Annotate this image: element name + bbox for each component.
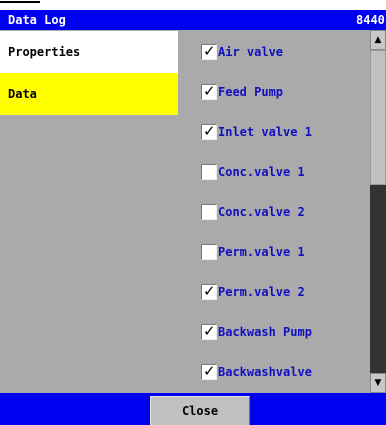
checkbox-label: Backwash Pump: [218, 325, 312, 339]
close-button[interactable]: Close: [150, 396, 250, 425]
checkbox-label: Air valve: [218, 45, 284, 59]
nav-item-label: Properties: [8, 45, 81, 59]
checkbox-label: Backwashvalve: [218, 365, 312, 379]
checkbox[interactable]: ✓: [201, 42, 217, 60]
top-mark: [0, 1, 40, 3]
nav-item-properties[interactable]: Properties: [0, 31, 178, 73]
arrow-up-icon[interactable]: ▲: [370, 30, 386, 50]
checkbox[interactable]: [201, 164, 217, 180]
checkbox[interactable]: [201, 204, 217, 220]
checkbox-label: Perm.valve 2: [218, 285, 305, 299]
scroll-thumb[interactable]: [370, 50, 386, 185]
check-icon: ✓: [203, 82, 216, 100]
checkbox[interactable]: ✓: [201, 322, 217, 340]
check-icon: ✓: [203, 362, 216, 380]
top-strip: [0, 0, 386, 10]
footer-bar: Close: [0, 393, 386, 425]
checklist-item[interactable]: ✓ Inlet valve 1: [186, 115, 370, 155]
checkbox-label: Conc.valve 1: [218, 165, 305, 179]
check-icon: ✓: [203, 322, 216, 340]
window-code: 8440: [356, 13, 385, 27]
nav-panel: Properties Data: [0, 30, 186, 393]
checklist-item[interactable]: Conc.valve 1: [186, 155, 370, 195]
checkbox-label: Inlet valve 1: [218, 125, 312, 139]
checklist-item[interactable]: ✓ Air valve: [186, 35, 370, 75]
vertical-scrollbar[interactable]: ▲ ▼: [370, 30, 386, 393]
checkbox-label: Conc.valve 2: [218, 205, 305, 219]
checklist-item[interactable]: Conc.valve 2: [186, 195, 370, 235]
title-bar: Data Log 8440: [0, 10, 386, 30]
checkbox[interactable]: [201, 244, 217, 260]
checkbox[interactable]: ✓: [201, 122, 217, 140]
checklist-panel: ✓ Air valve ✓ Feed Pump ✓ Inlet valve 1 …: [186, 30, 370, 393]
checkbox-label: Perm.valve 1: [218, 245, 305, 259]
nav-item-data[interactable]: Data: [0, 73, 178, 115]
checkbox-label: Feed Pump: [218, 85, 284, 99]
check-icon: ✓: [203, 122, 216, 140]
checkbox[interactable]: ✓: [201, 82, 217, 100]
checklist-item[interactable]: Perm.valve 1: [186, 235, 370, 275]
checkbox[interactable]: ✓: [201, 362, 217, 380]
check-icon: ✓: [203, 42, 216, 60]
window-title: Data Log: [8, 13, 66, 27]
checklist-item[interactable]: ✓ Perm.valve 2: [186, 275, 370, 315]
checkbox[interactable]: ✓: [201, 282, 217, 300]
checklist-item[interactable]: ✓ Feed Pump: [186, 75, 370, 115]
checklist-item[interactable]: ✓ Backwashvalve: [186, 355, 370, 395]
arrow-down-icon[interactable]: ▼: [370, 373, 386, 393]
checklist-item[interactable]: ✓ Backwash Pump: [186, 315, 370, 355]
nav-item-label: Data: [8, 87, 37, 101]
check-icon: ✓: [203, 282, 216, 300]
